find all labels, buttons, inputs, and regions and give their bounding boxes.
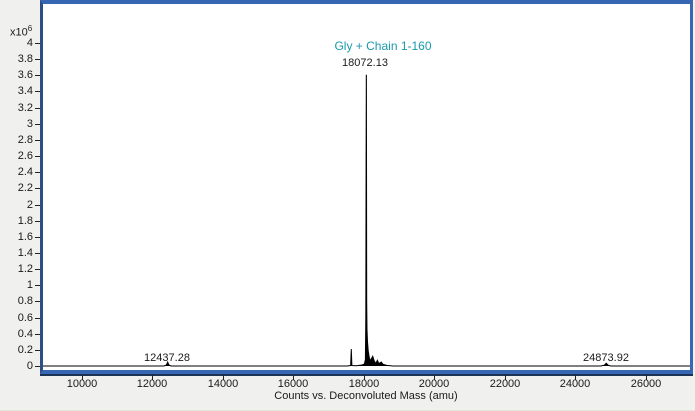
x-tick-label: 12000 bbox=[136, 378, 168, 390]
annotation-compound-label: Gly + Chain 1-160 bbox=[334, 39, 432, 53]
y-tick-label: 1.8 bbox=[17, 215, 33, 227]
x-tick-label: 16000 bbox=[277, 378, 309, 390]
y-tick-label: 2.4 bbox=[17, 166, 33, 178]
y-tick-label: 2.6 bbox=[17, 150, 33, 162]
annotation-peak-mass-18072: 18072.13 bbox=[342, 57, 388, 69]
x-tick-label: 24000 bbox=[559, 378, 591, 390]
y-tick-label: 3.4 bbox=[17, 85, 33, 97]
x-tick-label: 10000 bbox=[66, 378, 98, 390]
y-tick-label: 0.6 bbox=[17, 312, 33, 324]
x-tick-label: 18000 bbox=[348, 378, 380, 390]
y-tick-label: 0.2 bbox=[17, 344, 33, 356]
x-tick-label: 20000 bbox=[418, 378, 450, 390]
y-tick-label: 1.2 bbox=[17, 263, 33, 275]
y-tick-label: 0 bbox=[26, 360, 33, 372]
y-tick-label: 1.4 bbox=[17, 247, 33, 259]
x-tick-label: 26000 bbox=[630, 378, 662, 390]
plot-area[interactable]: Gly + Chain 1-160 18072.13 12437.28 24873.9… bbox=[40, 0, 693, 374]
y-tick-label: 4 bbox=[26, 37, 33, 49]
scale-exponent: 6 bbox=[27, 24, 33, 33]
y-tick-label: 0.8 bbox=[17, 295, 33, 307]
y-tick-label: 2.2 bbox=[17, 182, 33, 194]
annotation-peak-mass-12437: 12437.28 bbox=[144, 352, 190, 364]
y-tick-label: 3.8 bbox=[17, 53, 33, 65]
spectrum-trace-line bbox=[43, 74, 690, 367]
y-tick-label: 3 bbox=[26, 118, 33, 130]
y-tick-label: 0.4 bbox=[17, 328, 33, 340]
plot-canvas[interactable]: Gly + Chain 1-160 18072.13 12437.28 24873.9… bbox=[43, 4, 690, 370]
y-tick-label: 1.6 bbox=[17, 231, 33, 243]
annotation-peak-mass-24873: 24873.92 bbox=[583, 352, 629, 364]
x-axis-title: Counts vs. Deconvoluted Mass (amu) bbox=[274, 390, 458, 402]
y-tick-label: 1 bbox=[26, 279, 33, 291]
y-tick-label: 3.2 bbox=[17, 102, 33, 114]
y-tick-label: 3.6 bbox=[17, 69, 33, 81]
x-tick-label: 22000 bbox=[489, 378, 521, 390]
y-tick-label: 2 bbox=[26, 199, 33, 211]
deconvoluted-spectrum-pane: x106 0 0.2 0.4 0.6 0.8 1 1.2 1.4 1.6 1.8 2 2.2 2.4 2.… bbox=[0, 0, 695, 411]
x-tick-label: 14000 bbox=[207, 378, 239, 390]
y-tick-label: 2.8 bbox=[17, 134, 33, 146]
